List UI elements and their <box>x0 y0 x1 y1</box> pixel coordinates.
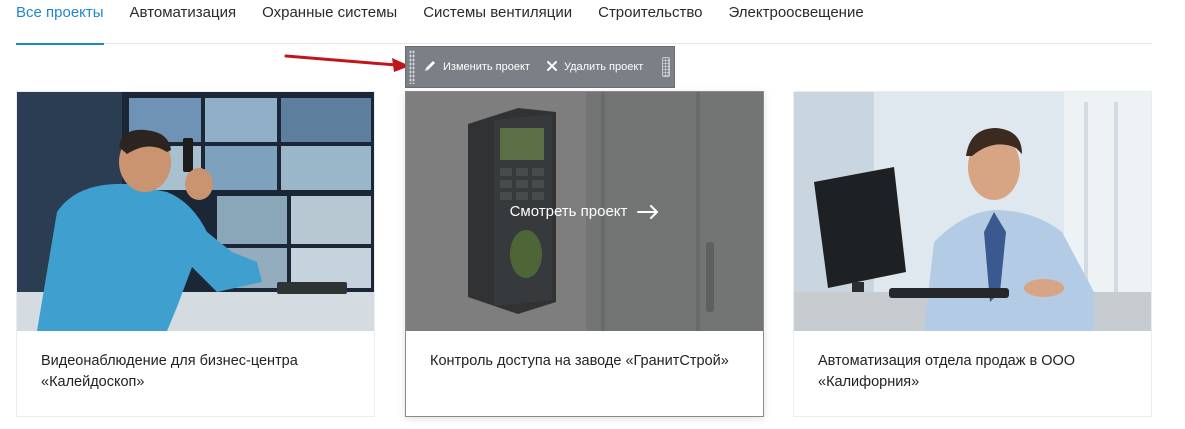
project-card[interactable]: Видеонаблюдение для бизнес-центра «Калей… <box>16 91 375 417</box>
close-icon <box>546 60 558 75</box>
tab-all-projects[interactable]: Все проекты <box>16 0 104 45</box>
project-card[interactable]: Смотреть проект Контроль доступа на заво… <box>405 91 764 417</box>
tab-security-systems[interactable]: Охранные системы <box>262 0 397 44</box>
project-title[interactable]: Видеонаблюдение для бизнес-центра «Калей… <box>41 351 341 393</box>
view-project-overlay[interactable]: Смотреть проект <box>406 92 763 331</box>
project-image-video-surveillance[interactable] <box>17 92 374 331</box>
pencil-icon <box>423 59 437 76</box>
view-project-label: Смотреть проект <box>509 203 628 220</box>
delete-project-label: Удалить проект <box>563 61 644 73</box>
red-arrow-annotation <box>284 54 410 72</box>
tab-ventilation-systems[interactable]: Системы вентиляции <box>423 0 572 44</box>
toolbar-menu-handle[interactable] <box>662 57 670 77</box>
arrow-right-icon <box>637 204 659 219</box>
tab-automation[interactable]: Автоматизация <box>130 0 237 44</box>
project-card[interactable]: Автоматизация отдела продаж в ООО «Калиф… <box>793 91 1152 417</box>
project-image-sales-automation[interactable] <box>794 92 1151 331</box>
edit-project-button[interactable]: Изменить проект <box>415 47 538 87</box>
tab-electric-lighting[interactable]: Электроосвещение <box>729 0 864 44</box>
edit-project-label: Изменить проект <box>443 61 530 73</box>
project-title[interactable]: Автоматизация отдела продаж в ООО «Калиф… <box>818 351 1118 393</box>
delete-project-button[interactable]: Удалить проект <box>538 47 651 87</box>
tab-construction[interactable]: Строительство <box>598 0 702 44</box>
project-image-access-control[interactable]: Смотреть проект <box>406 92 763 331</box>
project-title[interactable]: Контроль доступа на заводе «ГранитСтрой» <box>430 351 730 372</box>
edit-toolbar: Изменить проект Удалить проект <box>405 46 675 88</box>
project-filter-tabs: Все проекты Автоматизация Охранные систе… <box>16 0 1152 45</box>
